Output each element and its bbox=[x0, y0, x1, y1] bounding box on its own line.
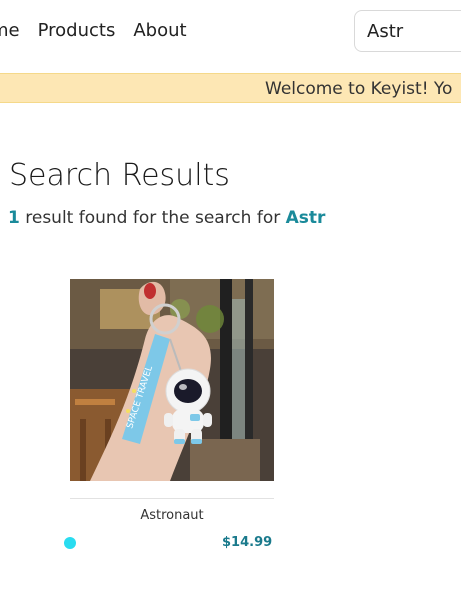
astronaut-keychain-photo: SPACE TRAVEL bbox=[70, 279, 274, 481]
color-swatch[interactable] bbox=[64, 537, 76, 549]
welcome-banner-text: Welcome to Keyist! Yo bbox=[265, 79, 453, 99]
product-name[interactable]: Astronaut bbox=[70, 508, 274, 523]
welcome-banner: Welcome to Keyist! Yo bbox=[0, 73, 461, 103]
nav-link-about[interactable]: About bbox=[133, 20, 186, 41]
search-input-value: Astr bbox=[367, 20, 404, 42]
nav-link-products[interactable]: Products bbox=[38, 20, 116, 41]
card-divider bbox=[70, 498, 274, 499]
results-query: Astr bbox=[285, 208, 326, 228]
nav-link-home[interactable]: ome bbox=[0, 20, 20, 41]
top-nav: ome Products About Astr bbox=[0, 0, 461, 62]
results-count: 1 bbox=[8, 208, 20, 228]
nav-links: ome Products About bbox=[0, 20, 187, 41]
product-price: $14.99 bbox=[222, 535, 273, 550]
search-input[interactable]: Astr bbox=[354, 10, 461, 52]
page-title: Search Results bbox=[9, 158, 230, 193]
page: ome Products About Astr Welcome to Keyis… bbox=[0, 0, 461, 593]
product-image[interactable]: SPACE TRAVEL bbox=[70, 279, 274, 481]
results-summary: 1 result found for the search for Astr bbox=[8, 208, 325, 228]
product-card[interactable]: SPACE TRAVEL Astronaut bbox=[70, 279, 274, 559]
results-summary-text: result found for the search for bbox=[19, 208, 286, 228]
